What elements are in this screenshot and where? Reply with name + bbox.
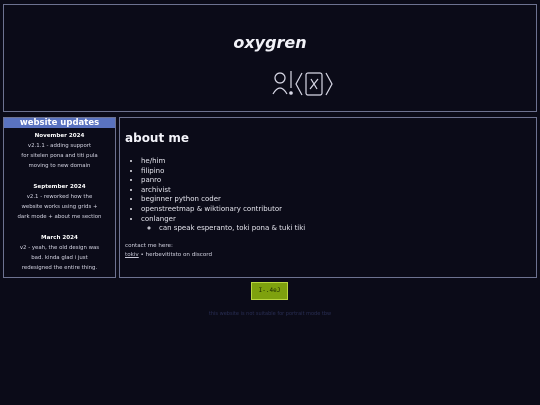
conlanger-sublist: can speak esperanto, toki pona & tuki ti… <box>141 224 536 234</box>
about-me-title: about me <box>125 131 190 145</box>
update-line: redesigned the entire thing. <box>21 265 98 271</box>
list-item: archivist <box>141 186 536 196</box>
list-item: panro <box>141 176 536 186</box>
update-entry: March 2024 v2 - yeah, the old design was… <box>4 233 115 273</box>
list-item: beginner python coder <box>141 195 536 205</box>
web-badge-button[interactable]: I-.4eJ <box>251 282 288 300</box>
list-item: can speak esperanto, toki pona & tuki ti… <box>159 224 536 234</box>
contact-info: tokiv • herbevititsto on discord <box>125 252 536 258</box>
about-me-panel: about me he/him filipino panro archivist… <box>119 117 537 278</box>
contact-link[interactable]: tokiv <box>125 252 139 258</box>
update-line: bad. kinda glad i just <box>31 255 88 261</box>
list-item: filipino <box>141 167 536 177</box>
update-line: for sitelen pona and titi pula <box>21 153 98 159</box>
contact-label: contact me here: <box>125 242 173 249</box>
list-item: openstreetmap & wiktionary contributor <box>141 205 536 215</box>
update-date: September 2024 <box>33 184 86 190</box>
update-line: moving to new domain <box>28 163 91 169</box>
update-line: v2 - yeah, the old design was <box>19 245 100 251</box>
update-entry: September 2024 v2.1 - reworked how the w… <box>4 182 115 222</box>
update-entry: November 2024 v2.1.1 - adding support fo… <box>4 131 115 171</box>
update-line: v2.1 - reworked how the <box>26 194 93 200</box>
update-date: November 2024 <box>34 133 85 139</box>
list-item-label: conlanger <box>141 214 176 223</box>
update-line: v2.1.1 - adding support <box>27 143 92 149</box>
updates-heading: website updates <box>4 118 115 128</box>
about-me-list: he/him filipino panro archivist beginner… <box>125 157 536 234</box>
contact-text: • herbevititsto on discord <box>138 251 213 258</box>
logo-icon <box>272 71 333 96</box>
site-header: oxygren <box>3 4 537 112</box>
footer-note: this website is not suitable for portrai… <box>208 311 332 317</box>
list-item: conlanger can speak esperanto, toki pona… <box>141 215 536 234</box>
update-line: website works using grids + <box>21 204 98 210</box>
site-title: oxygren <box>233 33 307 52</box>
website-updates-panel: website updates November 2024 v2.1.1 - a… <box>3 117 116 278</box>
update-line: dark mode + about me section <box>17 214 102 220</box>
list-item: he/him <box>141 157 536 167</box>
update-date: March 2024 <box>41 235 78 241</box>
